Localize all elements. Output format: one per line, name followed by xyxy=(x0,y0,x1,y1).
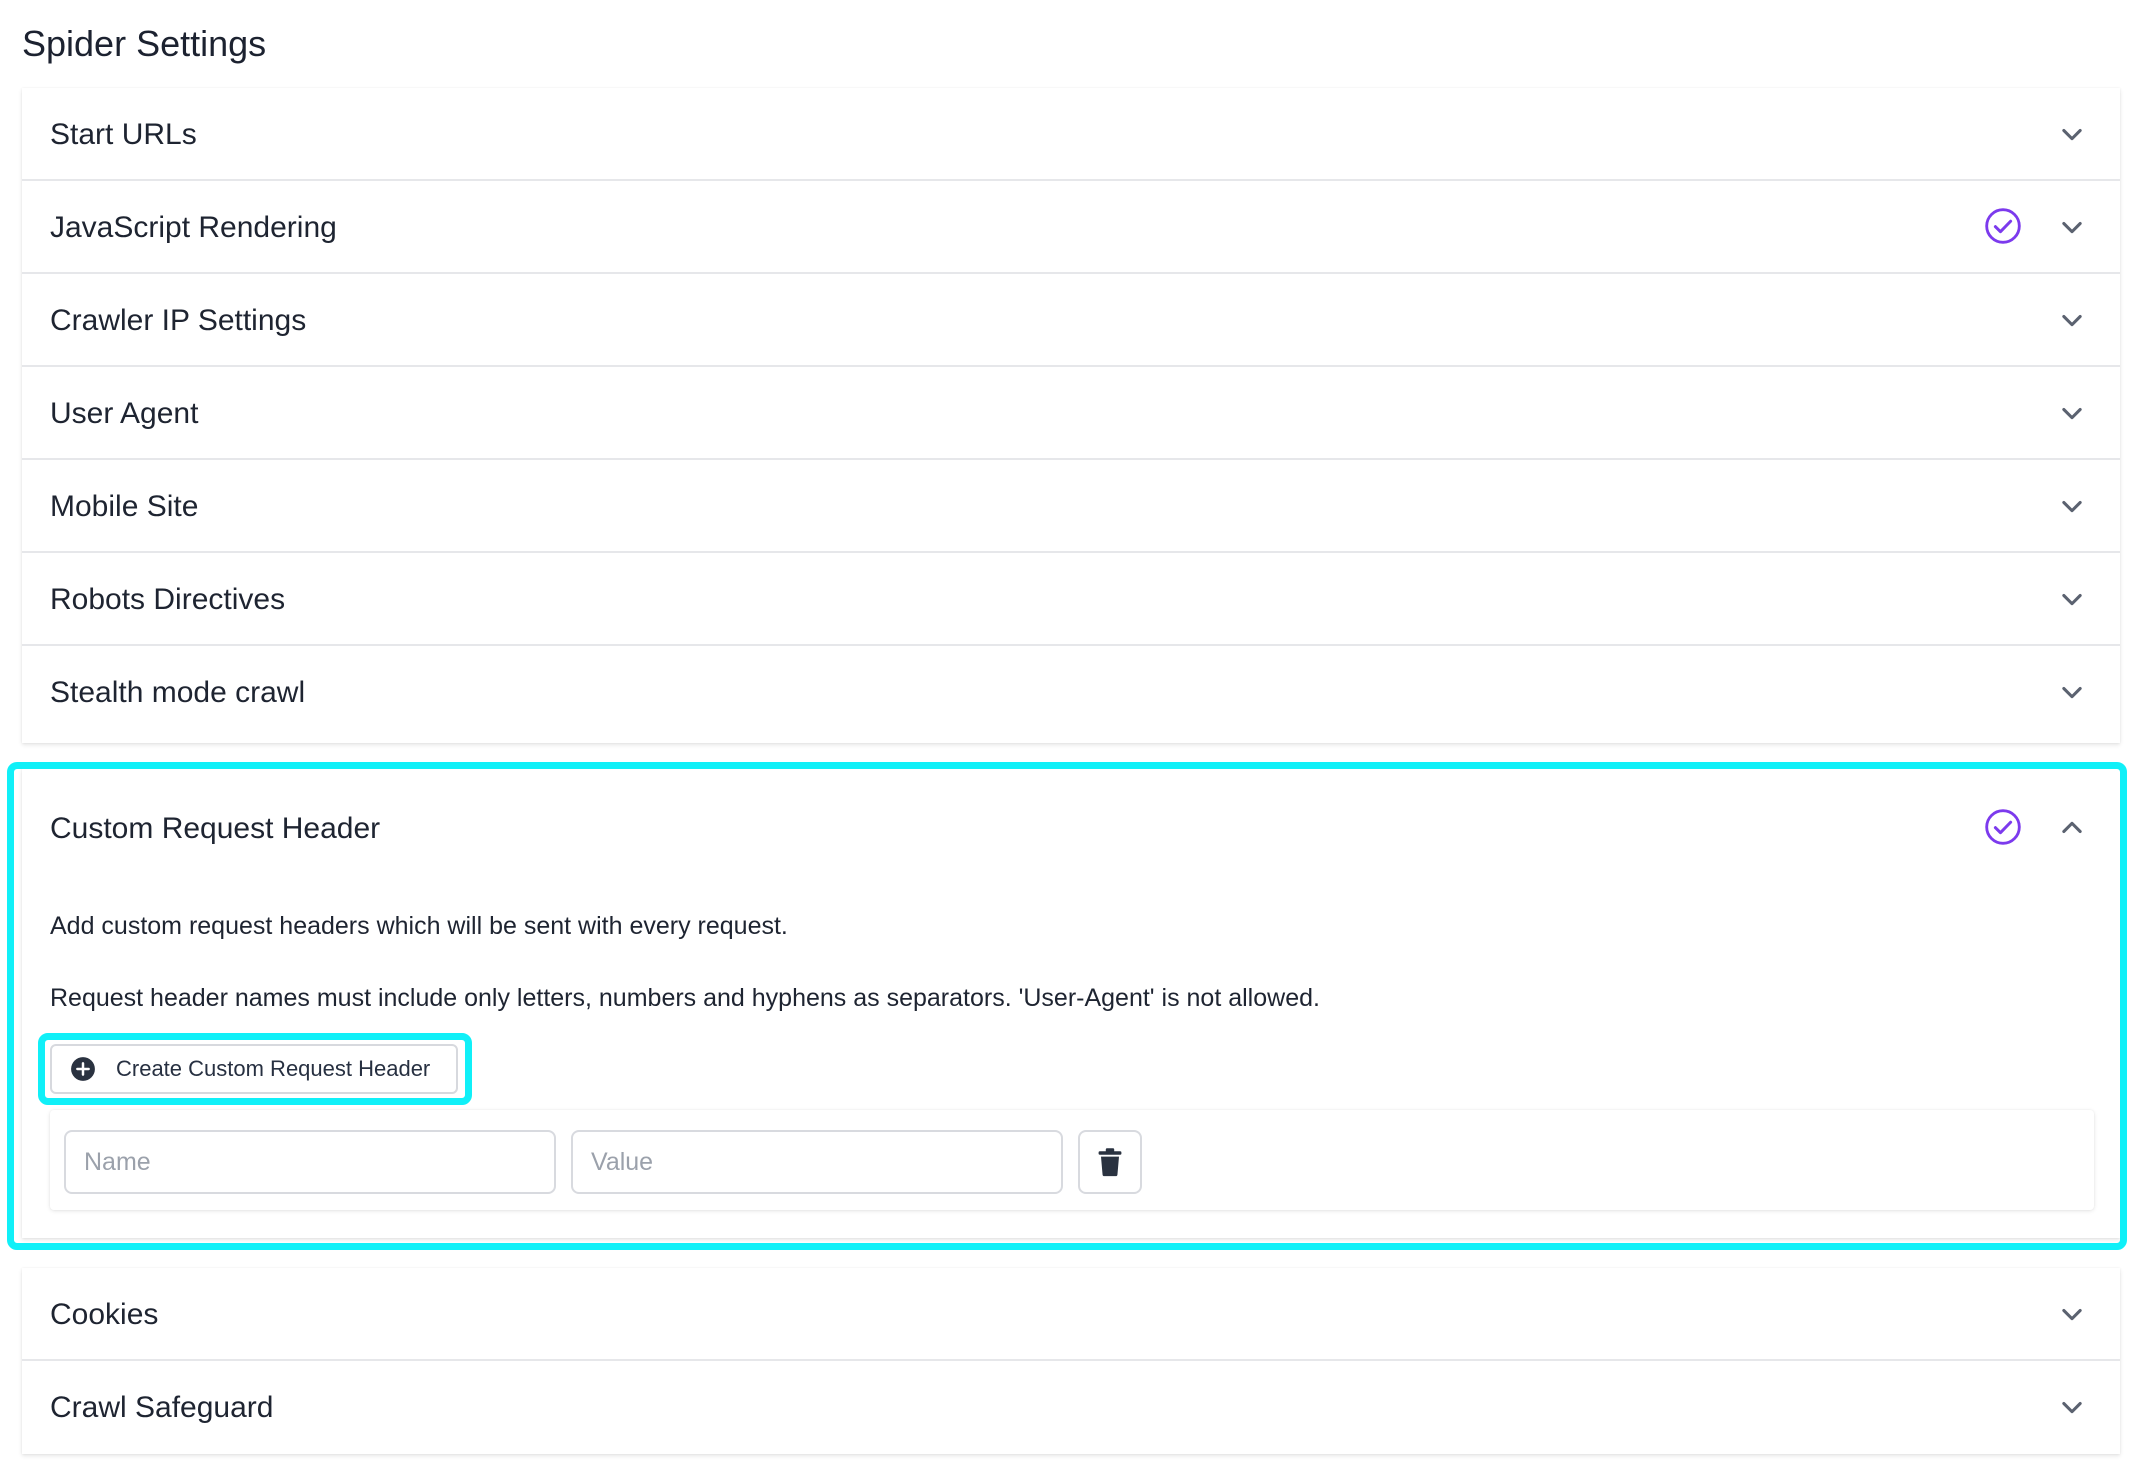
section-label: Crawler IP Settings xyxy=(50,304,307,337)
section-header-custom-request-header[interactable]: Custom Request Header xyxy=(22,768,2120,888)
section-label: Crawl Safeguard xyxy=(50,1391,274,1424)
section-label: Custom Request Header xyxy=(50,812,381,845)
section-rules-note: Request header names must include only l… xyxy=(50,984,1320,1012)
chevron-down-icon[interactable] xyxy=(2058,306,2086,334)
settings-panel-bottom: Cookies Crawl Safeguard xyxy=(22,1268,2120,1454)
check-circle-icon xyxy=(1985,208,2021,244)
section-label: JavaScript Rendering xyxy=(50,211,337,244)
section-robots-directives[interactable]: Robots Directives xyxy=(22,553,2120,646)
section-start-urls[interactable]: Start URLs xyxy=(22,88,2120,181)
header-name-input[interactable] xyxy=(64,1130,556,1194)
section-crawler-ip-settings[interactable]: Crawler IP Settings xyxy=(22,274,2120,367)
section-javascript-rendering[interactable]: JavaScript Rendering xyxy=(22,181,2120,274)
section-label: Mobile Site xyxy=(50,490,199,523)
section-label: Start URLs xyxy=(50,118,197,151)
section-crawl-safeguard[interactable]: Crawl Safeguard xyxy=(22,1361,2120,1454)
section-stealth-mode-crawl[interactable]: Stealth mode crawl xyxy=(22,646,2120,739)
chevron-down-icon[interactable] xyxy=(2058,585,2086,613)
section-user-agent[interactable]: User Agent xyxy=(22,367,2120,460)
chevron-up-icon[interactable] xyxy=(2058,814,2086,842)
chevron-down-icon[interactable] xyxy=(2058,1393,2086,1421)
section-cookies[interactable]: Cookies xyxy=(22,1268,2120,1361)
section-label: User Agent xyxy=(50,397,199,430)
create-custom-request-header-button[interactable]: Create Custom Request Header xyxy=(50,1044,458,1094)
header-entry-row xyxy=(50,1110,2094,1210)
check-circle-icon xyxy=(1985,809,2021,845)
chevron-down-icon[interactable] xyxy=(2058,120,2086,148)
chevron-down-icon[interactable] xyxy=(2058,399,2086,427)
section-mobile-site[interactable]: Mobile Site xyxy=(22,460,2120,553)
delete-header-button[interactable] xyxy=(1078,1130,1142,1194)
section-description: Add custom request headers which will be… xyxy=(50,912,788,940)
header-value-input[interactable] xyxy=(571,1130,1063,1194)
section-label: Cookies xyxy=(50,1298,159,1331)
settings-panel-top: Start URLs JavaScript Rendering Crawler … xyxy=(22,88,2120,743)
chevron-down-icon[interactable] xyxy=(2058,678,2086,706)
chevron-down-icon[interactable] xyxy=(2058,492,2086,520)
section-label: Robots Directives xyxy=(50,583,286,616)
create-button-label: Create Custom Request Header xyxy=(116,1056,431,1081)
trash-icon xyxy=(1098,1148,1122,1177)
chevron-down-icon[interactable] xyxy=(2058,213,2086,241)
section-label: Stealth mode crawl xyxy=(50,676,306,709)
page-title: Spider Settings xyxy=(22,23,267,64)
plus-circle-icon xyxy=(71,1057,95,1081)
chevron-down-icon[interactable] xyxy=(2058,1300,2086,1328)
